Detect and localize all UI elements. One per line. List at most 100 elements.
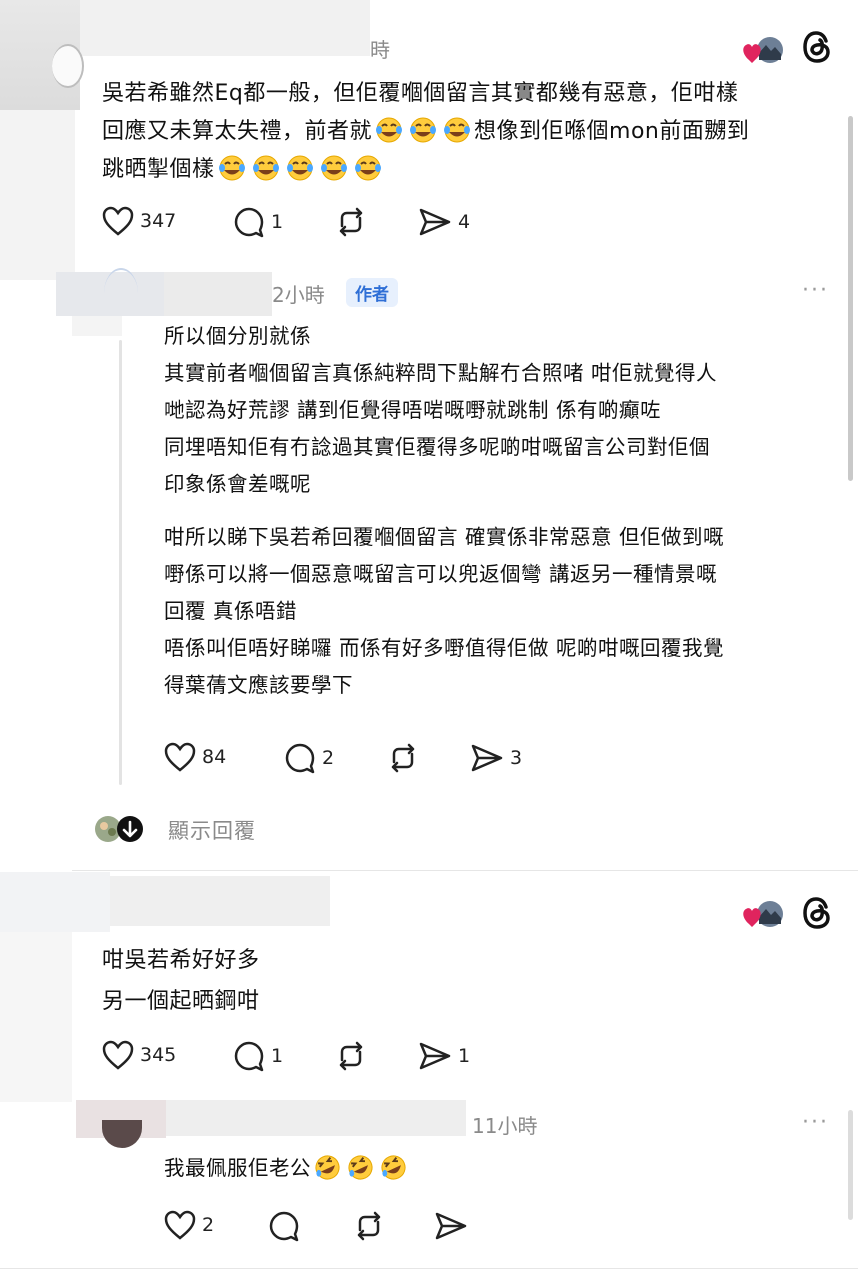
comment-time: 時 [370,38,390,62]
reply-line: 其實前者嗰個留言真係純粹問下點解冇合照啫 咁佢就覺得人 [164,361,718,385]
repost-button[interactable] [386,742,420,774]
reply-time: 11小時 [472,1114,538,1138]
reply-line: 得葉蒨文應該要學下 [164,673,353,697]
reply-line: 唔係叫佢唔好睇囉 而係有好多嘢值得佢做 呢啲咁嘅回覆我覺 [164,636,725,660]
share-count: 4 [458,211,471,233]
tears-of-joy-emoji [443,116,471,144]
comment-line: 咁吳若希好好多 [102,948,260,973]
share-button[interactable] [434,1210,468,1242]
share-count: 1 [458,1045,471,1067]
reply-text: 所以個分別就係 其實前者嗰個留言真係純粹問下點解冇合照啫 咁佢就覺得人 哋認為好… [164,318,724,704]
share-icon [419,208,451,236]
tears-of-joy-emoji [218,154,246,182]
comment-text: 吳若希雖然Eq都一般，但佢覆嗰個留言其實都幾有惡意，佢咁樣 回應又未算太失禮，前… [102,75,749,189]
comment-count: 2 [322,747,335,769]
comment-button[interactable] [268,1210,300,1242]
like-count: 347 [140,210,177,232]
tears-of-joy-emoji [252,154,280,182]
comment-count: 1 [271,1045,284,1067]
tears-of-joy-emoji [286,154,314,182]
rolling-laughing-emoji [314,1154,341,1181]
comment-line: 吳若希雖然Eq都一般，但佢覆嗰個留言其實都幾有惡意，佢咁樣 [102,81,739,106]
reply-line: 所以個分別就係 [164,324,311,348]
liked-by-author-badge [740,34,786,68]
show-replies-link[interactable]: 顯示回覆 [168,815,256,845]
rolling-laughing-emoji [347,1154,374,1181]
repost-icon [357,1211,381,1241]
divider [72,870,858,871]
blurred-username-block [0,110,75,280]
share-count: 3 [510,747,523,769]
reply-line: 嘢係可以將一個惡意嘅留言可以兜返個彎 講返另一種情景嘅 [164,562,718,586]
blurred-username-block [0,932,72,1102]
scrollbar[interactable] [848,116,853,481]
comment-line: 回應又未算太失禮，前者就 想像到佢喺個mon前面嬲到 [102,113,749,151]
avatar[interactable] [104,268,138,318]
like-button[interactable]: 345 [102,1040,176,1070]
heart-icon [102,206,134,236]
heart-icon [164,742,196,772]
threads-logo-icon [800,894,834,940]
more-options-button[interactable]: ··· [802,278,829,303]
repost-button[interactable] [352,1210,386,1242]
avatar[interactable] [52,44,84,88]
author-badge: 作者 [346,278,398,307]
reply-line: 同埋唔知佢有冇諗過其實佢覆得多呢啲咁嘅留言公司對佢個 [164,435,710,459]
repost-button[interactable] [334,206,368,238]
comment-button[interactable]: 1 [233,206,283,238]
comment-icon [234,207,264,238]
comment-button[interactable]: 2 [284,742,334,774]
blurred-username-block [80,0,370,56]
blurred-username-block [110,876,330,926]
share-icon [435,1212,467,1240]
comment-icon [234,1041,264,1072]
like-count: 2 [202,1214,215,1236]
scrollbar[interactable] [848,1110,853,1220]
repost-icon [339,1041,363,1071]
repost-icon [339,207,363,237]
reply-text: 我最佩服佢老公 [164,1150,410,1187]
blurred-username-block [166,1100,466,1136]
comment-line: 另一個起晒鋼咁 [102,989,260,1014]
share-button[interactable]: 3 [470,742,522,774]
blurred-username-block [0,872,110,932]
threads-logo-icon [800,28,834,74]
tears-of-joy-emoji [320,154,348,182]
comment-icon [285,743,315,774]
blurred-username-block [164,272,272,316]
share-button[interactable]: 1 [418,1040,470,1072]
heart-icon [164,1210,196,1240]
like-button[interactable]: 347 [102,206,176,236]
tears-of-joy-emoji [375,116,403,144]
thread-line [119,340,122,785]
share-icon [419,1042,451,1070]
like-button[interactable]: 84 [164,742,226,772]
comment-button[interactable]: 1 [233,1040,283,1072]
like-count: 345 [140,1044,177,1066]
comment-text: 咁吳若希好好多 另一個起晒鋼咁 [102,940,260,1022]
rolling-laughing-emoji [380,1154,407,1181]
share-icon [471,744,503,772]
repost-icon [391,743,415,773]
reply-line: 咁所以睇下吳若希回覆嗰個留言 確實係非常惡意 但佢做到嘅 [164,525,725,549]
share-button[interactable]: 4 [418,206,470,238]
reply-line: 回覆 真係唔錯 [164,599,298,623]
blurred-username-block [72,316,122,336]
liked-by-author-badge [740,898,786,932]
avatar[interactable] [102,1120,142,1148]
comment-count: 1 [271,211,284,233]
comment-line: 跳晒掣個樣 [102,151,749,189]
tears-of-joy-emoji [409,116,437,144]
tears-of-joy-emoji [354,154,382,182]
more-options-button[interactable]: ··· [802,1110,829,1135]
like-button[interactable]: 2 [164,1210,214,1240]
like-count: 84 [202,746,227,768]
reply-line: 哋認為好荒謬 講到佢覺得唔啱嘅嘢就跳制 係有啲癲咗 [164,398,662,422]
heart-icon [102,1040,134,1070]
reply-time: 2小時 [272,283,325,307]
show-replies-avatars[interactable] [94,814,146,844]
reply-line: 印象係會差嘅呢 [164,472,311,496]
repost-button[interactable] [334,1040,368,1072]
divider [0,1268,858,1269]
comment-icon [269,1211,299,1242]
